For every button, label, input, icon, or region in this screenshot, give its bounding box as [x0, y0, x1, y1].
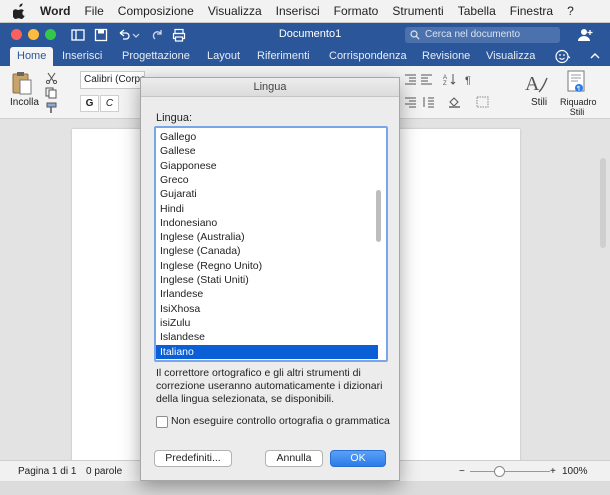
menu-finestra[interactable]: Finestra: [503, 0, 560, 22]
borders-icon[interactable]: [476, 96, 489, 108]
align-right-icon[interactable]: [404, 96, 417, 108]
line-spacing-icon[interactable]: [422, 96, 435, 108]
styles-pane-icon[interactable]: ¶: [566, 69, 586, 95]
shading-icon[interactable]: [448, 96, 461, 108]
tab-visualizza[interactable]: Visualizza: [486, 47, 535, 66]
collapse-ribbon-icon[interactable]: [590, 52, 600, 60]
menu-visualizza[interactable]: Visualizza: [201, 0, 269, 22]
list-item[interactable]: IsiXhosa: [156, 302, 378, 316]
list-item[interactable]: Gallese: [156, 144, 378, 158]
list-item[interactable]: isiZulu: [156, 316, 378, 330]
tab-corrispondenza[interactable]: Corrispondenza: [329, 47, 407, 66]
window-bottom-edge: [0, 481, 610, 495]
list-item[interactable]: Islandese: [156, 330, 378, 344]
share-person-icon[interactable]: [577, 27, 593, 43]
language-list-label: Lingua:: [156, 112, 193, 124]
tab-riferimenti[interactable]: Riferimenti: [257, 47, 310, 66]
list-item[interactable]: Inglese (Australia): [156, 230, 378, 244]
ok-button[interactable]: OK: [330, 450, 386, 467]
page-count[interactable]: Pagina 1 di 1: [18, 461, 76, 482]
language-list[interactable]: Gallego Gallese Giapponese Greco Gujarat…: [154, 126, 388, 362]
no-spellcheck-label[interactable]: Non eseguire controllo ortografia o gram…: [171, 415, 390, 427]
list-item[interactable]: Gujarati: [156, 187, 378, 201]
menu-formato[interactable]: Formato: [327, 0, 386, 22]
menu-inserisci[interactable]: Inserisci: [269, 0, 327, 22]
save-icon[interactable]: [93, 27, 109, 43]
window-minimize-button[interactable]: [28, 29, 39, 40]
menu-tabella[interactable]: Tabella: [451, 0, 503, 22]
language-dialog: Lingua Lingua: Gallego Gallese Giappones…: [140, 77, 400, 481]
menu-strumenti[interactable]: Strumenti: [385, 0, 450, 22]
list-item[interactable]: Greco: [156, 173, 378, 187]
zoom-level: 100%: [562, 466, 588, 477]
sort-icon[interactable]: AZ: [443, 73, 456, 85]
undo-icon[interactable]: [116, 27, 132, 43]
list-item-selected[interactable]: Italiano: [156, 344, 378, 359]
word-count[interactable]: 0 parole: [86, 461, 122, 482]
svg-text:A: A: [525, 73, 540, 95]
outdent-icon[interactable]: [420, 73, 433, 85]
window-close-button[interactable]: [11, 29, 22, 40]
styles-icon[interactable]: A: [523, 70, 549, 96]
language-list-scrollbar[interactable]: [376, 190, 381, 242]
zoom-out-button[interactable]: −: [459, 461, 465, 482]
print-icon[interactable]: [171, 27, 187, 43]
bold-button[interactable]: G: [80, 95, 99, 112]
styles-pane-button-label[interactable]: Riquadro Stili: [560, 97, 597, 117]
styles-button-label[interactable]: Stili: [531, 97, 547, 108]
italic-button[interactable]: C: [100, 95, 119, 112]
menu-help[interactable]: ?: [560, 0, 581, 22]
svg-text:¶: ¶: [577, 87, 580, 93]
tab-revisione[interactable]: Revisione: [422, 47, 470, 66]
window-zoom-button[interactable]: [45, 29, 56, 40]
search-placeholder: Cerca nel documento: [425, 29, 521, 40]
zoom-slider-track[interactable]: [470, 471, 550, 472]
list-item[interactable]: Indonesiano: [156, 216, 378, 230]
dialog-title: Lingua: [141, 78, 399, 97]
tab-layout[interactable]: Layout: [207, 47, 240, 66]
cancel-button[interactable]: Annulla: [265, 450, 323, 467]
sidebar-toggle-icon[interactable]: [70, 27, 86, 43]
list-item[interactable]: Giapponese: [156, 159, 378, 173]
dialog-description: Il correttore ortografico e gli altri st…: [156, 367, 383, 405]
format-painter-icon[interactable]: [45, 102, 58, 114]
redo-icon[interactable]: [150, 27, 166, 43]
menu-app-word[interactable]: Word: [40, 0, 77, 22]
indent-icon[interactable]: [404, 73, 417, 85]
cut-icon[interactable]: [45, 72, 58, 84]
list-item[interactable]: Gallego: [156, 130, 378, 144]
ribbon-tab-bar: Home Inserisci Progettazione Layout Rife…: [0, 47, 610, 66]
tab-inserisci[interactable]: Inserisci: [62, 47, 102, 66]
list-item[interactable]: Inglese (Stati Uniti): [156, 273, 378, 287]
svg-text:Z: Z: [443, 81, 447, 85]
window-title-bar: Documento1 Cerca nel documento: [0, 23, 610, 47]
svg-text:¶: ¶: [465, 75, 471, 85]
paste-icon[interactable]: [11, 70, 33, 96]
show-formatting-icon[interactable]: ¶: [463, 73, 476, 85]
document-title: Documento1: [278, 28, 342, 40]
no-spellcheck-checkbox[interactable]: [156, 416, 168, 428]
tab-home[interactable]: Home: [10, 47, 54, 66]
menu-bar: Word File Composizione Visualizza Inseri…: [0, 0, 610, 23]
default-button[interactable]: Predefiniti...: [154, 450, 232, 467]
undo-dropdown-icon[interactable]: [132, 27, 140, 43]
tab-progettazione[interactable]: Progettazione: [122, 47, 190, 66]
list-item[interactable]: Inglese (Regno Unito): [156, 259, 378, 273]
search-icon: [410, 30, 420, 40]
search-input[interactable]: Cerca nel documento: [405, 27, 560, 43]
list-item[interactable]: Irlandese: [156, 287, 378, 301]
list-item[interactable]: Hindi: [156, 202, 378, 216]
menu-composizione[interactable]: Composizione: [111, 0, 201, 22]
paste-button-label[interactable]: Incolla: [10, 97, 39, 108]
zoom-slider-thumb[interactable]: [494, 466, 505, 477]
feedback-smiley-icon[interactable]: [555, 49, 571, 64]
font-name-select[interactable]: Calibri (Corpo): [80, 71, 145, 89]
zoom-in-button[interactable]: +: [550, 461, 556, 482]
document-scrollbar[interactable]: [600, 158, 606, 248]
copy-icon[interactable]: [45, 87, 58, 99]
list-item[interactable]: Inglese (Canada): [156, 244, 378, 258]
apple-icon[interactable]: [13, 3, 27, 19]
menu-file[interactable]: File: [77, 0, 110, 22]
